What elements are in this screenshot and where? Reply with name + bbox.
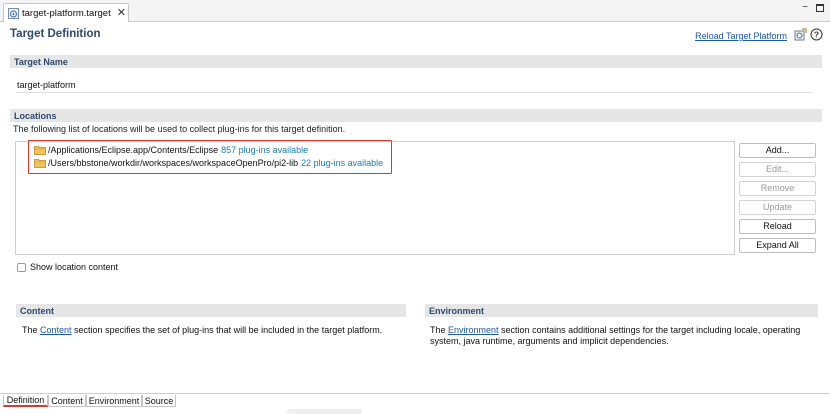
environment-desc-pre: The (430, 325, 449, 335)
section-content: Content (16, 304, 406, 317)
tab-content[interactable]: Content (48, 395, 86, 407)
content-desc-post: section specifies the set of plug-ins th… (71, 325, 383, 335)
update-location-button[interactable]: Update (739, 200, 816, 215)
page-title: Target Definition (10, 28, 101, 40)
show-location-content-checkbox[interactable]: Show location content (17, 262, 118, 272)
edit-location-button[interactable]: Edit... (739, 162, 816, 177)
close-icon[interactable]: ✕ (117, 7, 126, 19)
target-file-icon (8, 7, 19, 19)
remove-location-button[interactable]: Remove (739, 181, 816, 196)
tab-environment[interactable]: Environment (86, 395, 142, 407)
editor-tab-label: target-platform.target (22, 7, 111, 19)
environment-link[interactable]: Environment (448, 325, 499, 335)
section-locations: Locations (10, 109, 822, 122)
content-link[interactable]: Content (40, 325, 72, 335)
window-controls: − (802, 3, 824, 13)
form-header: Target Definition Reload Target Platform… (0, 22, 830, 48)
help-glyph: ? (814, 30, 819, 40)
tab-definition[interactable]: Definition (3, 395, 48, 407)
reload-target-platform-link[interactable]: Reload Target Platform (695, 31, 787, 41)
tab-source[interactable]: Source (142, 395, 176, 407)
set-target-platform-icon[interactable] (794, 28, 807, 41)
environment-description: The Environment section contains additio… (430, 325, 818, 347)
add-location-button[interactable]: Add... (739, 143, 816, 158)
help-icon[interactable]: ? (810, 28, 823, 41)
checkbox-label: Show location content (30, 262, 119, 272)
expand-all-button[interactable]: Expand All (739, 238, 816, 253)
content-description: The Content section specifies the set of… (22, 325, 412, 336)
checkbox-box[interactable] (17, 262, 26, 272)
locations-description: The following list of locations will be … (13, 124, 346, 134)
page-tabs: Definition Content Environment Source (0, 393, 830, 414)
horizontal-scrollbar[interactable] (287, 409, 362, 414)
maximize-icon[interactable] (816, 4, 824, 12)
target-name-input[interactable]: target-platform (16, 77, 812, 93)
editor-tabstrip: target-platform.target ✕ − (0, 0, 830, 22)
annotation-highlight-box (28, 140, 392, 174)
reload-location-button[interactable]: Reload (739, 219, 816, 234)
section-target-name: Target Name (10, 55, 822, 68)
content-desc-pre: The (22, 325, 41, 335)
minimize-icon[interactable]: − (802, 3, 808, 13)
editor-tab-target-platform[interactable]: target-platform.target ✕ (3, 3, 129, 22)
section-environment: Environment (425, 304, 818, 317)
